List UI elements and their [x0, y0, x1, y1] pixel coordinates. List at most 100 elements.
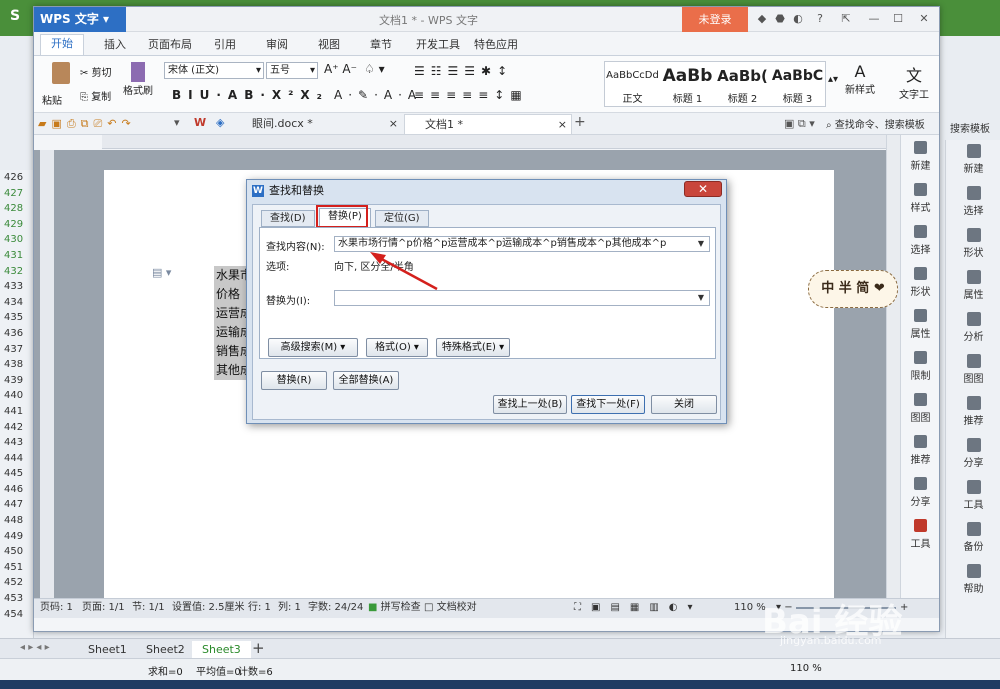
text-tool-button[interactable]: 文文字工	[894, 62, 934, 101]
background-panel-item[interactable]: 属性	[946, 266, 1000, 308]
replace-button[interactable]: 替换(R)	[261, 371, 327, 390]
paste-label[interactable]: 粘贴	[42, 92, 62, 107]
row-number[interactable]: 431	[0, 248, 33, 264]
row-number[interactable]: 450	[0, 544, 33, 560]
find-previous-button[interactable]: 查找上一处(B)	[493, 395, 567, 414]
row-number[interactable]: 435	[0, 310, 33, 326]
toolbar-extra-icons[interactable]: ▣ ⧉ ▾	[784, 117, 815, 131]
sheet-tab-1[interactable]: Sheet1	[78, 641, 137, 658]
doc-tab-2[interactable]: 文档1 * ×	[404, 114, 572, 134]
login-button[interactable]: 未登录	[682, 7, 748, 32]
row-number[interactable]: 428	[0, 201, 33, 217]
side-properties[interactable]: 属性	[901, 303, 940, 345]
style-heading2[interactable]: AaBb(标题 2	[715, 62, 770, 106]
horizontal-ruler[interactable]	[102, 135, 892, 149]
proofread-toggle[interactable]: □ 文档校对	[424, 599, 477, 617]
replace-input[interactable]	[334, 290, 710, 306]
format-button[interactable]: 格式(O) ▾	[366, 338, 428, 357]
copy-button[interactable]: ⎘ 复制	[80, 88, 111, 103]
row-number[interactable]: 444	[0, 451, 33, 467]
menu-developer[interactable]: 开发工具	[412, 36, 464, 52]
vertical-scrollbar[interactable]	[886, 135, 900, 598]
style-normal[interactable]: AaBbCcDd 正文	[605, 62, 660, 106]
menu-page-layout[interactable]: 页面布局	[144, 36, 196, 52]
paste-button[interactable]	[44, 62, 78, 84]
row-number[interactable]: 429	[0, 217, 33, 233]
menu-review[interactable]: 审阅	[262, 36, 292, 52]
quick-access-dropdown[interactable]: ▾	[174, 116, 180, 129]
doc-tab-1[interactable]: 眼间.docx * ×	[232, 114, 402, 134]
row-number[interactable]: 437	[0, 342, 33, 358]
background-panel-item[interactable]: 形状	[946, 224, 1000, 266]
side-restrict[interactable]: 限制	[901, 345, 940, 387]
row-number[interactable]: 451	[0, 560, 33, 576]
background-panel-item[interactable]: 推荐	[946, 392, 1000, 434]
grow-font-icon[interactable]: A⁺ A⁻	[324, 62, 357, 76]
vertical-ruler[interactable]	[40, 150, 54, 598]
side-select[interactable]: 选择	[901, 219, 940, 261]
font-size-select[interactable]: 五号 ▾	[266, 62, 318, 79]
app-menu-button[interactable]: WPS 文字 ▾	[34, 7, 126, 32]
row-number[interactable]: 441	[0, 404, 33, 420]
close-button[interactable]: 关闭	[651, 395, 717, 414]
row-number[interactable]: 427	[0, 186, 33, 202]
font-family-select[interactable]: 宋体 (正文) ▾	[164, 62, 264, 79]
background-panel-item[interactable]: 图图	[946, 350, 1000, 392]
skin-icon[interactable]: ◆	[756, 13, 768, 25]
close-window-icon[interactable]: ✕	[918, 13, 930, 25]
sheet-tab-2[interactable]: Sheet2	[136, 641, 195, 658]
style-heading1[interactable]: AaBb 标题 1	[660, 62, 715, 106]
cloud-icon[interactable]: ◈	[216, 116, 224, 129]
row-number[interactable]: 436	[0, 326, 33, 342]
restore-app-icon[interactable]: ⇱	[840, 13, 852, 25]
side-recommend[interactable]: 推荐	[901, 429, 940, 471]
row-number[interactable]: 432	[0, 264, 33, 280]
new-style-button[interactable]: A 新样式	[840, 62, 880, 96]
minimize-icon[interactable]: —	[868, 13, 880, 25]
row-number[interactable]: 452	[0, 575, 33, 591]
text-format-icons[interactable]: BIU·AB·X²X₂	[172, 88, 329, 102]
style-gallery-more[interactable]: ▴▾	[828, 74, 838, 85]
row-number[interactable]: 439	[0, 373, 33, 389]
background-panel-item[interactable]: 新建	[946, 140, 1000, 182]
tab-goto[interactable]: 定位(G)	[375, 210, 429, 227]
row-number[interactable]: 447	[0, 497, 33, 513]
row-number[interactable]: 442	[0, 420, 33, 436]
close-icon[interactable]: ×	[389, 114, 398, 134]
menu-view[interactable]: 视图	[314, 36, 344, 52]
row-number[interactable]: 426	[0, 170, 33, 186]
background-search-templates[interactable]: 搜索模板	[950, 120, 990, 135]
row-number[interactable]: 445	[0, 466, 33, 482]
side-shape[interactable]: 形状	[901, 261, 940, 303]
menu-special[interactable]: 特色应用	[470, 36, 522, 52]
background-panel-item[interactable]: 选择	[946, 182, 1000, 224]
paragraph-icon[interactable]: ▤ ▾	[152, 266, 171, 279]
row-number[interactable]: 430	[0, 232, 33, 248]
side-new[interactable]: 新建	[901, 135, 940, 177]
feedback-icon[interactable]: ◐	[792, 13, 804, 25]
side-tools[interactable]: 工具	[901, 513, 940, 555]
row-number[interactable]: 448	[0, 513, 33, 529]
side-share[interactable]: 分享	[901, 471, 940, 513]
menu-references[interactable]: 引用	[210, 36, 240, 52]
row-number[interactable]: 443	[0, 435, 33, 451]
new-tab-button[interactable]: +	[574, 114, 586, 130]
row-number[interactable]: 453	[0, 591, 33, 607]
menu-insert[interactable]: 插入	[100, 36, 130, 52]
side-image[interactable]: 图图	[901, 387, 940, 429]
background-panel-item[interactable]: 工具	[946, 476, 1000, 518]
background-panel-item[interactable]: 帮助	[946, 560, 1000, 602]
replace-all-button[interactable]: 全部替换(A)	[333, 371, 399, 390]
clear-format-icon[interactable]: ♤ ▾	[364, 62, 385, 76]
row-number[interactable]: 449	[0, 529, 33, 545]
text-effects-icons[interactable]: A·✎·A·A	[334, 88, 422, 102]
background-panel-item[interactable]: 分析	[946, 308, 1000, 350]
view-mode-icons[interactable]: ⛶▣▤▦▥◐▾	[574, 599, 703, 617]
chevron-down-icon[interactable]: ▼	[694, 237, 708, 251]
menu-home[interactable]: 开始	[40, 34, 84, 55]
row-number[interactable]: 454	[0, 607, 33, 623]
chevron-down-icon[interactable]: ▼	[694, 291, 708, 305]
quick-access-icons[interactable]: ▰▣⎙⧉⎚↶↷	[38, 117, 136, 131]
side-style[interactable]: 样式	[901, 177, 940, 219]
settings-icon[interactable]: ⬣	[774, 13, 786, 25]
